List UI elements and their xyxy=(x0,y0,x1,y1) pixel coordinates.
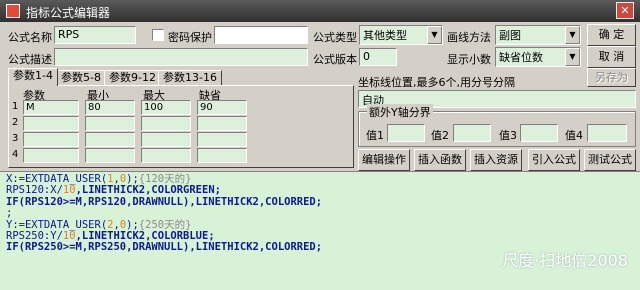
code-token: ,LINETHICK2,COLORBLUE; xyxy=(75,229,215,242)
edit-operations-button[interactable]: 编辑操作 xyxy=(358,149,410,171)
param-default-input[interactable] xyxy=(197,148,247,163)
chevron-down-icon[interactable]: ▼ xyxy=(427,26,442,44)
decimals-select[interactable]: 缺省位数 ▼ xyxy=(495,47,581,67)
formula-type-select[interactable]: 其他类型 ▼ xyxy=(359,25,443,45)
param-default-input[interactable] xyxy=(197,116,247,131)
app-icon xyxy=(6,4,20,18)
param-row-num: 2 xyxy=(12,117,19,128)
insert-resource-button[interactable]: 插入资源 xyxy=(470,149,522,171)
code-token: ; xyxy=(6,207,13,220)
param-max-input[interactable] xyxy=(141,132,191,147)
code-token: ,LINETHICK2,COLORGREEN; xyxy=(75,184,221,197)
chevron-down-icon[interactable]: ▼ xyxy=(565,48,580,66)
param-name-input[interactable] xyxy=(23,116,79,131)
axis-value-3-label: 值3 xyxy=(499,129,517,142)
code-token: IF(RPS250>=M,RPS250,DRAWNULL),LINETHICK2… xyxy=(6,241,323,254)
code-token: 10 xyxy=(62,184,76,197)
param-tabs: 参数1-4 参数5-8 参数9-12 参数13-16 xyxy=(8,68,354,86)
chevron-down-icon[interactable]: ▼ xyxy=(565,26,580,44)
save-as-button[interactable]: 另存为 xyxy=(587,68,636,87)
param-name-input[interactable]: M xyxy=(23,100,79,115)
param-default-input[interactable] xyxy=(197,132,247,147)
code-token: {250天的} xyxy=(138,218,192,231)
close-button[interactable]: ✕ xyxy=(616,2,634,19)
code-token: X:=EXTDATA_USER( xyxy=(6,173,108,185)
axis-value-2-input[interactable] xyxy=(453,124,491,142)
param-row-num: 1 xyxy=(12,101,19,112)
formula-type-label: 公式类型 xyxy=(313,31,357,44)
param-max-input[interactable] xyxy=(141,116,191,131)
tab-params-9-12[interactable]: 参数9-12 xyxy=(104,70,161,86)
tab-params-13-16[interactable]: 参数13-16 xyxy=(158,70,222,86)
draw-method-label: 画线方法 xyxy=(447,31,491,44)
formula-type-value: 其他类型 xyxy=(363,29,407,42)
axis-lines-hint: 坐标线位置,最多6个,用分号分隔 xyxy=(358,76,515,89)
formula-desc-label: 公式描述 xyxy=(8,53,52,66)
extra-y-axis-label: 额外Y轴分界 xyxy=(367,104,433,120)
cancel-button[interactable]: 取 消 xyxy=(587,46,636,68)
decimals-value: 缺省位数 xyxy=(499,51,543,64)
extra-y-axis-group: 额外Y轴分界 值1 值2 值3 值4 xyxy=(358,104,636,147)
insert-function-button[interactable]: 插入函数 xyxy=(414,149,466,171)
param-name-input[interactable] xyxy=(23,148,79,163)
param-row-num: 3 xyxy=(12,133,19,144)
import-formula-button[interactable]: 引入公式 xyxy=(528,149,580,171)
axis-value-4-label: 值4 xyxy=(565,129,583,142)
axis-value-2-label: 值2 xyxy=(431,129,449,142)
param-min-input[interactable]: 80 xyxy=(85,100,135,115)
code-line: IF(RPS120>=M,RPS120,DRAWNULL),LINETHICK2… xyxy=(6,195,634,208)
tab-params-5-8[interactable]: 参数5-8 xyxy=(56,70,106,86)
draw-method-value: 副图 xyxy=(499,29,521,42)
confirm-button[interactable]: 确 定 xyxy=(587,24,636,46)
formula-version-label: 公式版本 xyxy=(313,53,357,66)
axis-value-4-input[interactable] xyxy=(587,124,627,142)
window-title: 指标公式编辑器 xyxy=(26,6,111,20)
code-token: IF(RPS120>=M,RPS120,DRAWNULL),LINETHICK2… xyxy=(6,195,323,208)
axis-value-1-label: 值1 xyxy=(366,129,384,142)
axis-value-1-input[interactable] xyxy=(387,124,425,142)
code-token: {120天的} xyxy=(138,173,192,185)
param-row-num: 4 xyxy=(12,149,19,160)
formula-name-input[interactable]: RPS xyxy=(54,26,136,44)
code-token: ); xyxy=(126,173,139,185)
tab-params-1-4[interactable]: 参数1-4 xyxy=(8,68,58,86)
code-token: ); xyxy=(126,218,139,231)
axis-value-3-input[interactable] xyxy=(520,124,558,142)
formula-desc-input[interactable] xyxy=(54,48,308,66)
title-bar: 指标公式编辑器 ✕ xyxy=(0,0,640,22)
param-max-input[interactable]: 100 xyxy=(141,100,191,115)
password-protect-checkbox[interactable] xyxy=(152,29,164,41)
code-token: RPS250:Y/ xyxy=(6,229,63,242)
formula-code-editor[interactable]: X:=EXTDATA_USER(1,0);{120天的} RPS120:X/10,… xyxy=(0,171,640,290)
param-default-input[interactable]: 90 xyxy=(197,100,247,115)
watermark: 尺度·扫地僧2008 xyxy=(502,251,628,270)
formula-version-input[interactable]: 0 xyxy=(359,48,397,66)
password-input[interactable] xyxy=(214,26,308,44)
decimals-label: 显示小数 xyxy=(447,53,491,66)
param-panel: 参数 最小 最大 缺省 1 M 80 100 90 2 3 4 xyxy=(8,85,354,168)
code-token: 10 xyxy=(62,229,76,242)
code-token: Y:=EXTDATA_USER( xyxy=(6,218,108,231)
code-token: RPS120:X/ xyxy=(6,184,63,197)
param-max-input[interactable] xyxy=(141,148,191,163)
param-name-input[interactable] xyxy=(23,132,79,147)
draw-method-select[interactable]: 副图 ▼ xyxy=(495,25,581,45)
param-min-input[interactable] xyxy=(85,116,135,131)
param-min-input[interactable] xyxy=(85,148,135,163)
param-min-input[interactable] xyxy=(85,132,135,147)
test-formula-button[interactable]: 测试公式 xyxy=(584,149,636,171)
formula-name-label: 公式名称 xyxy=(8,31,52,44)
password-protect-label: 密码保护 xyxy=(168,31,212,44)
